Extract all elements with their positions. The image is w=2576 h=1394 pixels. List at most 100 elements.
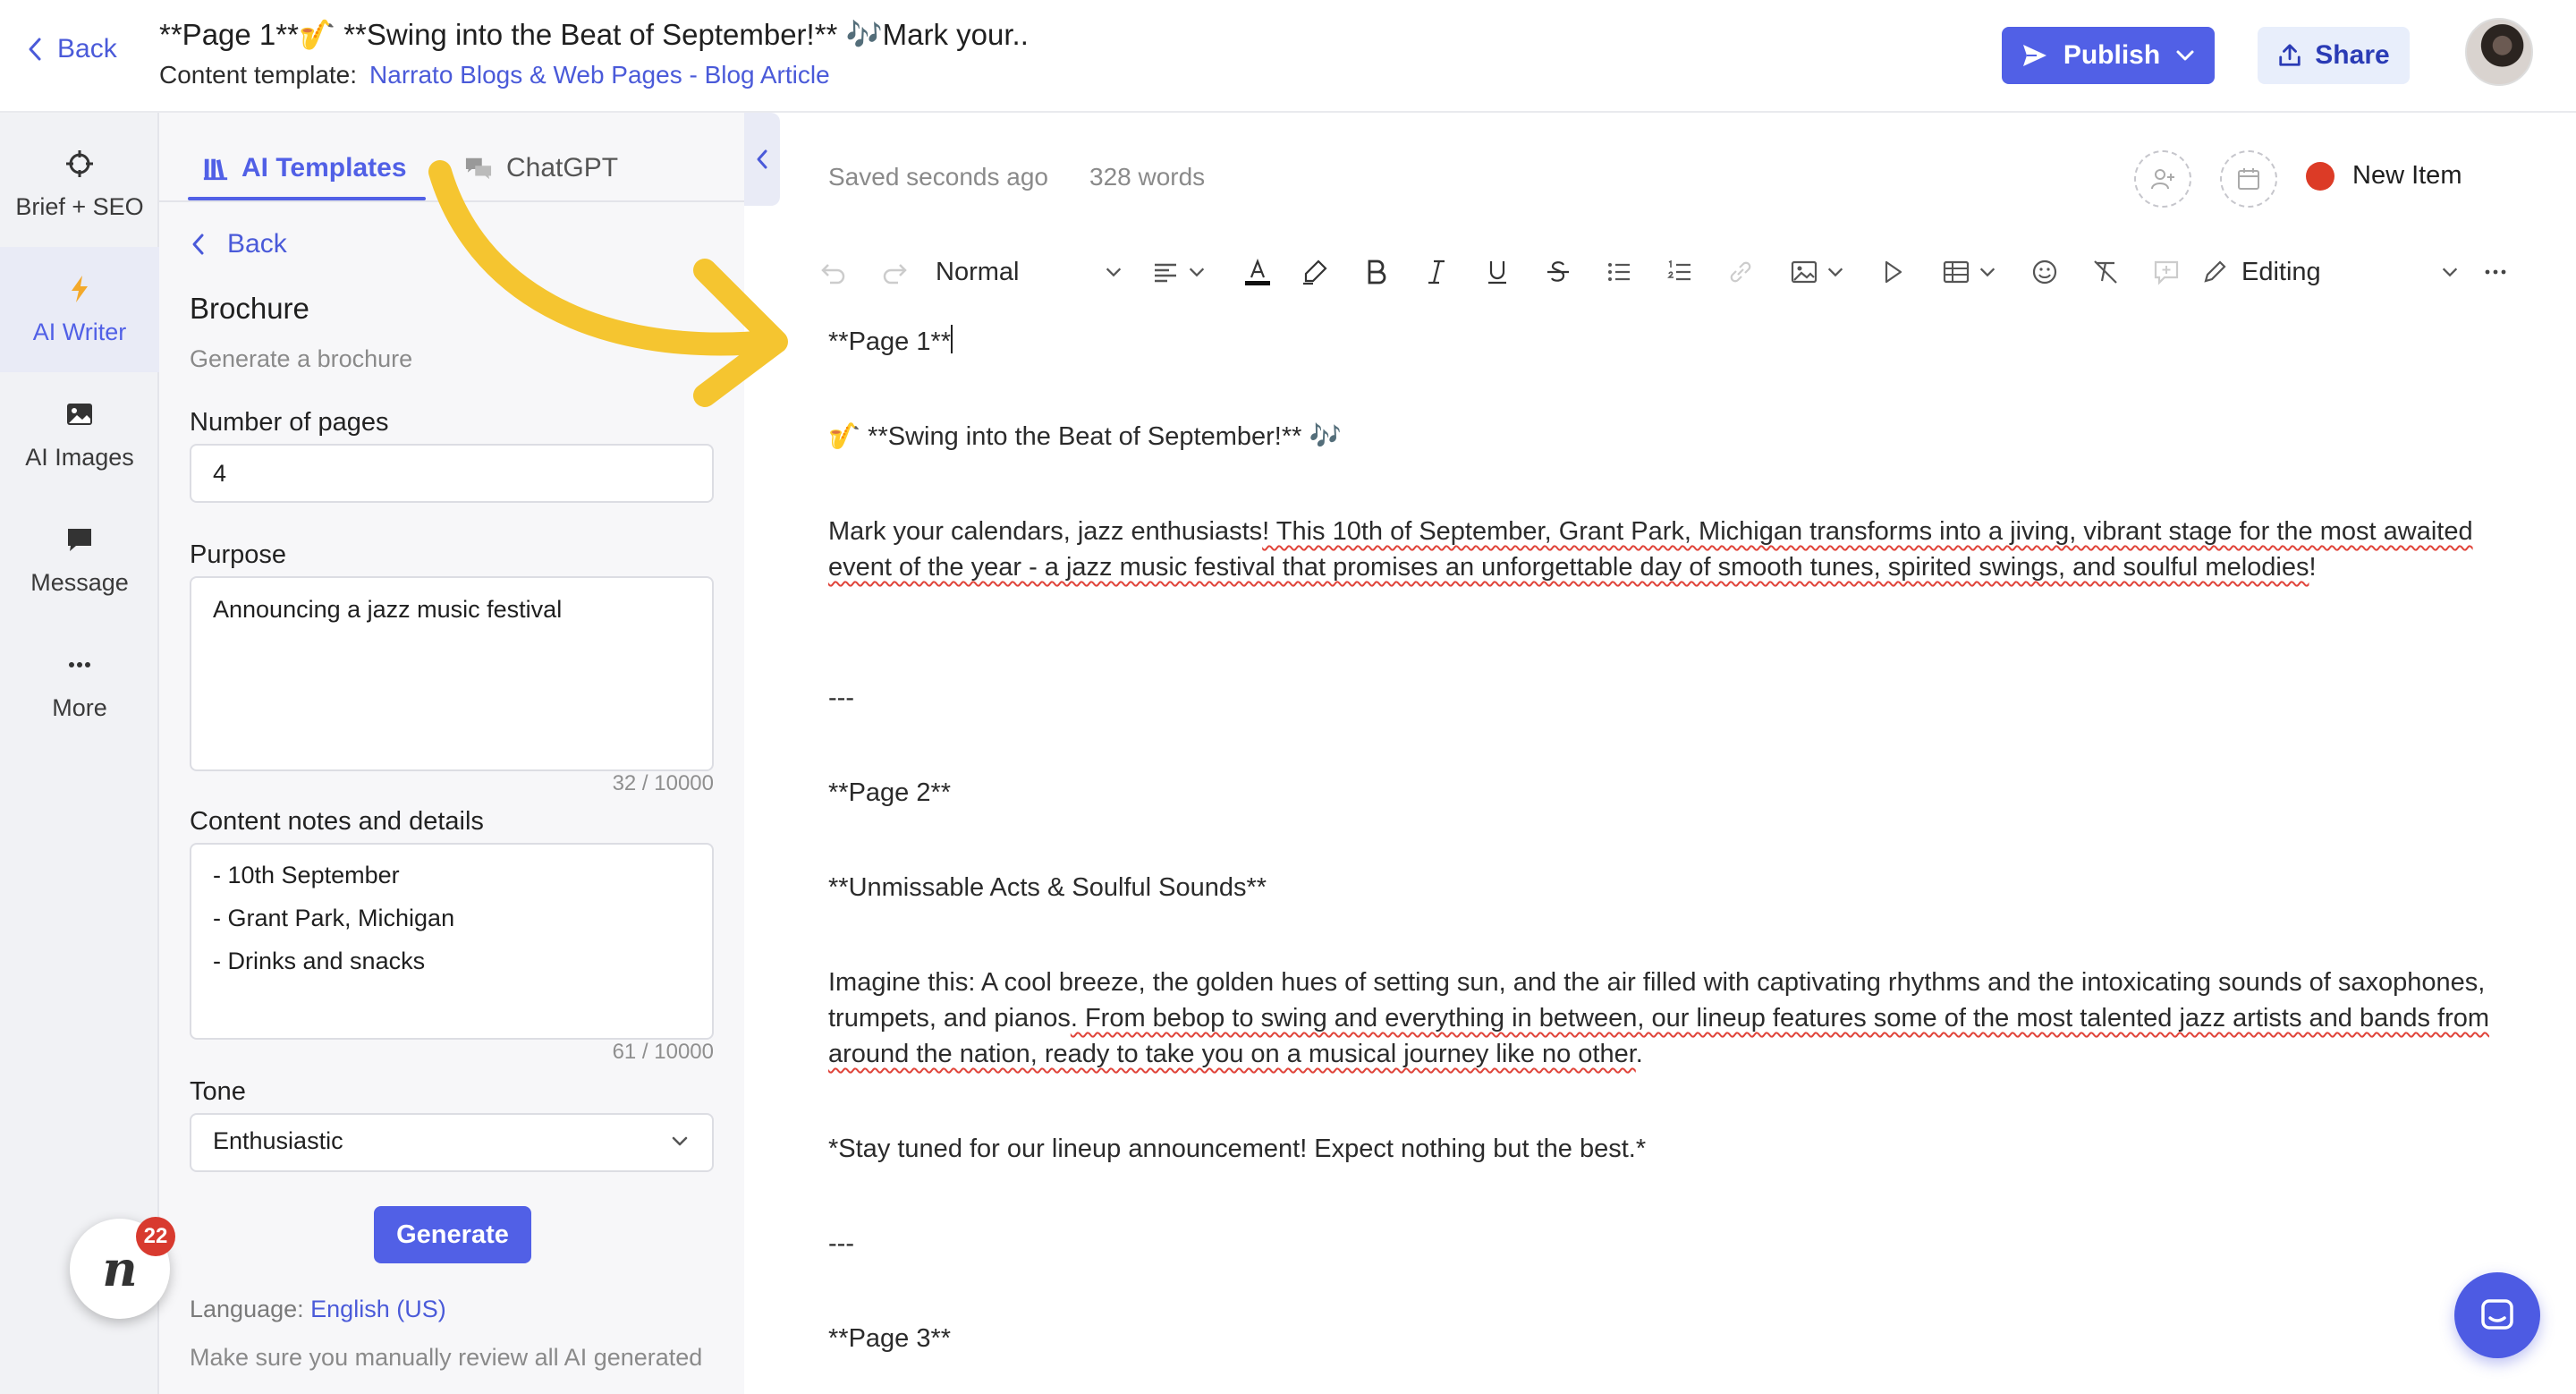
font-color-button[interactable] (1231, 243, 1284, 301)
editor-toolbar: Normal Editing (805, 243, 2506, 301)
left-rail: Brief + SEO AI Writer AI Images Message … (0, 113, 159, 1394)
bullet-list-button[interactable] (1597, 243, 1640, 301)
underline-button[interactable] (1476, 243, 1519, 301)
chevron-down-icon (2176, 50, 2194, 61)
comment-icon (2154, 260, 2179, 285)
bullet-list-icon (1608, 263, 1630, 281)
notes-textarea[interactable]: - 10th September - Grant Park, Michigan … (190, 843, 714, 1040)
calendar-icon (2238, 168, 2259, 190)
user-avatar[interactable] (2465, 18, 2533, 86)
upload-icon (2279, 44, 2301, 66)
pages-label: Number of pages (190, 408, 389, 437)
language-line: Language: English (US) (190, 1296, 446, 1323)
chevron-down-icon (1979, 268, 1996, 277)
clear-format-button[interactable] (2084, 243, 2127, 301)
more-dots-icon (69, 661, 90, 667)
rail-item-label: AI Images (25, 443, 134, 471)
tone-label: Tone (190, 1077, 246, 1106)
paragraph-text: Mark your calendars, jazz enthusiasts (828, 517, 1263, 546)
tone-select[interactable]: Enthusiastic (190, 1113, 714, 1172)
tab-label: AI Templates (242, 153, 407, 183)
numbered-list-icon (1667, 259, 1690, 281)
undo-button[interactable] (814, 243, 853, 301)
italic-icon (1428, 259, 1445, 285)
review-note: Make sure you manually review all AI gen… (190, 1344, 703, 1371)
collapse-panel-button[interactable] (744, 113, 780, 206)
bold-icon (1368, 259, 1386, 285)
content-template-line: Content template: Narrato Blogs & Web Pag… (159, 61, 830, 89)
rail-item-ai-images[interactable]: AI Images (0, 372, 159, 497)
paragraph: **Unmissable Acts & Soulful Sounds** (828, 873, 1267, 902)
align-button[interactable] (1143, 243, 1215, 301)
publish-button[interactable]: Publish (2002, 27, 2215, 84)
chevron-down-icon (1106, 268, 1122, 277)
rail-item-label: Message (30, 568, 129, 596)
share-label: Share (2315, 40, 2390, 70)
chevron-left-icon (757, 149, 767, 169)
top-bar: Back **Page 1**🎷 **Swing into the Beat o… (0, 0, 2576, 113)
comment-button[interactable] (2145, 243, 2188, 301)
strikethrough-button[interactable] (1537, 243, 1580, 301)
panel-back-button[interactable]: Back (190, 229, 287, 259)
chevron-down-icon (2442, 268, 2458, 277)
rail-item-message[interactable]: Message (0, 497, 159, 623)
emoji-button[interactable] (2023, 243, 2066, 301)
template-link[interactable]: Narrato Blogs & Web Pages - Blog Article (369, 61, 830, 89)
chevron-left-icon (192, 234, 204, 255)
paragraph: **Page 2** (828, 778, 952, 807)
ai-writer-panel: AI Templates ChatGPT Back Brochure Gener… (159, 113, 744, 1394)
generate-button[interactable]: Generate (374, 1206, 531, 1263)
form-subtitle: Generate a brochure (190, 345, 413, 372)
document-title: **Page 1**🎷 **Swing into the Beat of Sep… (159, 18, 1029, 51)
tab-ai-templates[interactable]: AI Templates (202, 140, 407, 197)
rail-item-more[interactable]: More (0, 623, 159, 748)
purpose-textarea[interactable]: Announcing a jazz music festival (190, 576, 714, 771)
rail-item-ai-writer[interactable]: AI Writer (0, 247, 159, 372)
insert-image-button[interactable] (1780, 243, 1855, 301)
image-icon (1791, 260, 1818, 284)
editing-mode-select[interactable]: Editing (2200, 243, 2460, 301)
numbered-list-button[interactable] (1658, 243, 1701, 301)
chat-bubbles-icon (465, 157, 492, 180)
insert-video-button[interactable] (1871, 243, 1914, 301)
more-options-button[interactable] (2474, 243, 2517, 301)
pages-input[interactable]: 4 (190, 444, 714, 503)
back-button[interactable]: Back (25, 34, 117, 64)
paragraph-text: **Page 1** (828, 327, 952, 356)
paragraph: *Stay tuned for our lineup announcement!… (828, 1135, 1647, 1163)
paragraph: Mark your calendars, jazz enthusiasts! T… (828, 514, 2492, 585)
image-icon (67, 403, 92, 425)
text-style-select[interactable]: Normal (936, 243, 1123, 301)
play-icon (1885, 260, 1902, 284)
status-selector[interactable]: New Item (2306, 161, 2462, 191)
notes-line: - 10th September (213, 862, 400, 888)
notes-label: Content notes and details (190, 807, 484, 836)
redo-button[interactable] (875, 243, 914, 301)
crosshair-icon (66, 149, 93, 177)
strikethrough-icon (1547, 261, 1569, 282)
tab-label: ChatGPT (506, 153, 619, 183)
status-label: New Item (2352, 161, 2462, 190)
share-button[interactable]: Share (2258, 27, 2410, 84)
rail-item-brief-seo[interactable]: Brief + SEO (0, 122, 159, 247)
notes-counter: 61 / 10000 (612, 1040, 714, 1064)
notes-list: - 10th September - Grant Park, Michigan … (213, 854, 691, 982)
clear-format-icon (2094, 260, 2117, 284)
support-chat-button[interactable] (2454, 1272, 2540, 1358)
assign-user-button[interactable] (2134, 150, 2191, 208)
bold-button[interactable] (1354, 243, 1397, 301)
table-icon (1943, 260, 1970, 284)
notes-line: - Grant Park, Michigan (213, 905, 455, 931)
save-status: Saved seconds ago (828, 163, 1048, 191)
highlight-button[interactable] (1293, 243, 1336, 301)
font-color-icon (1245, 258, 1270, 285)
paragraph: **Page 3** (828, 1324, 952, 1353)
grammar-flagged-text[interactable]: . From bebop to swing and everything in … (828, 1004, 2489, 1068)
italic-button[interactable] (1415, 243, 1458, 301)
insert-table-button[interactable] (1932, 243, 2007, 301)
language-link[interactable]: English (US) (310, 1296, 446, 1322)
due-date-button[interactable] (2220, 150, 2277, 208)
tab-chatgpt[interactable]: ChatGPT (463, 140, 618, 197)
link-button[interactable] (1719, 243, 1762, 301)
undo-icon (821, 264, 845, 285)
